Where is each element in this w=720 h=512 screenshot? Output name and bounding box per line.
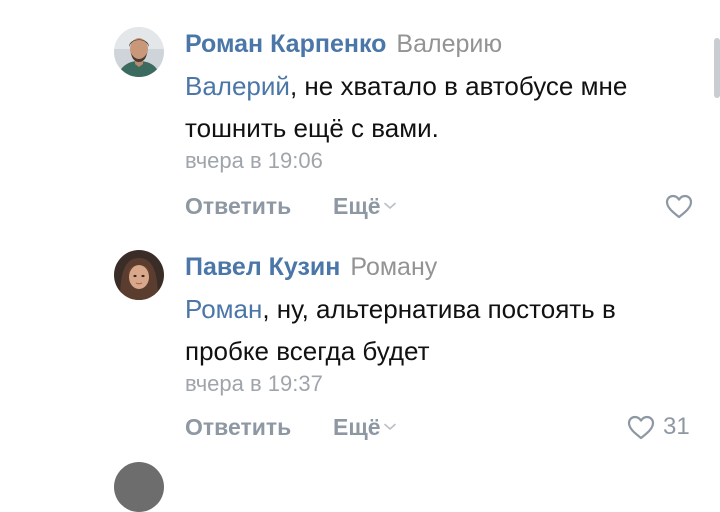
more-label: Ещё <box>333 193 381 219</box>
more-label: Ещё <box>333 414 381 440</box>
comment-timestamp[interactable]: вчера в 19:37 <box>185 371 323 397</box>
comment-header: Павел Кузин Роману <box>185 252 437 282</box>
avatar[interactable] <box>114 250 164 300</box>
scrollbar[interactable] <box>714 38 720 98</box>
comment-item: Роман Карпенко Валерию Валерий, не хватал… <box>0 0 720 236</box>
more-button[interactable]: Ещё <box>333 190 396 222</box>
mention-link[interactable]: Роман <box>185 294 262 324</box>
comment-actions: Ответить Ещё <box>185 190 720 222</box>
reply-button[interactable]: Ответить <box>185 190 291 222</box>
like-button[interactable]: 31 <box>627 411 690 443</box>
comment-header: Роман Карпенко Валерию <box>185 29 502 59</box>
reply-to-link[interactable]: Валерию <box>396 30 502 58</box>
reply-button[interactable]: Ответить <box>185 411 291 443</box>
author-name[interactable]: Роман Карпенко <box>185 30 386 58</box>
chevron-down-icon <box>383 202 396 209</box>
avatar[interactable] <box>114 27 164 77</box>
heart-icon <box>627 415 655 439</box>
comment-item: Павел Кузин Роману Роман, ну, альтернатив… <box>0 236 720 466</box>
avatar[interactable] <box>114 462 164 512</box>
reply-to-link[interactable]: Роману <box>350 253 437 281</box>
user-photo-avatar-icon <box>114 250 164 300</box>
author-name[interactable]: Павел Кузин <box>185 253 340 281</box>
comment-text: Роман, ну, альтернатива постоять в пробк… <box>185 288 685 372</box>
chevron-down-icon <box>383 423 396 430</box>
like-button[interactable] <box>665 190 693 222</box>
comment-actions: Ответить Ещё 31 <box>185 411 720 443</box>
comment-timestamp[interactable]: вчера в 19:06 <box>185 148 323 174</box>
mention-link[interactable]: Валерий <box>185 71 290 101</box>
comment-text: Валерий, не хватало в автобусе мне тошни… <box>185 65 685 149</box>
user-photo-avatar-icon <box>114 27 164 77</box>
heart-icon <box>665 194 693 218</box>
like-count: 31 <box>663 413 690 440</box>
more-button[interactable]: Ещё <box>333 411 396 443</box>
